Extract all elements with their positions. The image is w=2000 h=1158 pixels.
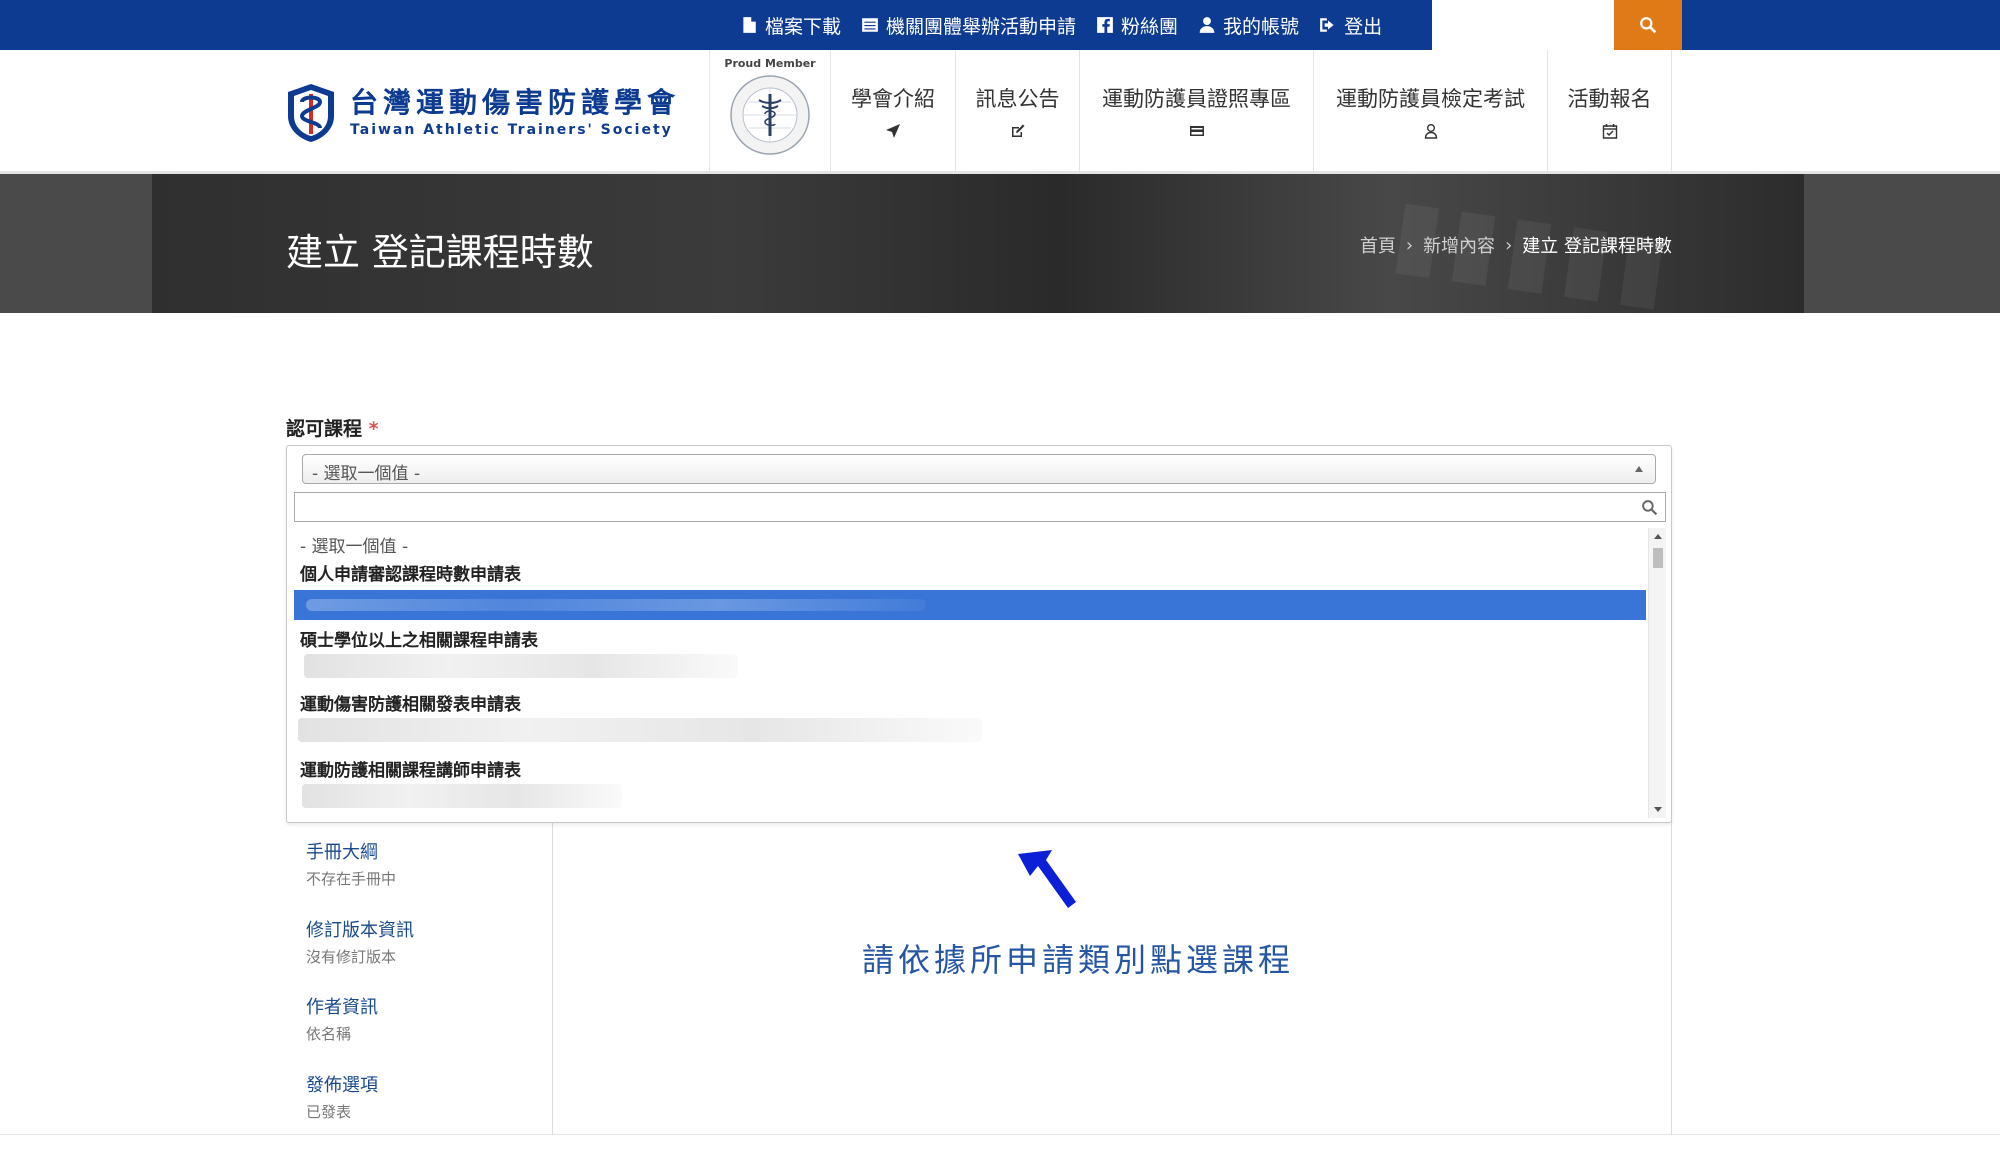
tab-summary: 不存在手冊中 [306, 870, 397, 888]
top-link-label: 粉絲團 [1121, 15, 1179, 38]
calendar-check-icon [1602, 124, 1617, 139]
tab-title: 手冊大綱 [306, 842, 378, 863]
location-arrow-icon [886, 124, 900, 138]
nav-item-event-registration[interactable]: 活動報名 [1548, 50, 1672, 172]
tab-publishing-options[interactable]: 發佈選項 已發表 [306, 1071, 378, 1122]
logo-text: 台灣運動傷害防護學會 Taiwan Athletic Trainers' Soc… [350, 87, 680, 139]
breadcrumb-home[interactable]: 首頁 [1360, 232, 1396, 258]
top-link-label: 我的帳號 [1223, 15, 1300, 38]
tab-author-info[interactable]: 作者資訊 依名稱 [306, 993, 378, 1044]
tab-summary: 已發表 [306, 1103, 352, 1121]
top-link-my-account[interactable]: 我的帳號 [1198, 12, 1299, 39]
option-group-header: 運動傷害防護相關發表申請表 [300, 695, 521, 715]
breadcrumb-separator-icon: › [1505, 234, 1513, 256]
tabs-pane-border [1671, 780, 1672, 1134]
field-label-text: 認可課程 [286, 418, 363, 440]
main-nav: 學會介紹 訊息公告 運動防護員證照專區 運動防護員檢定考試 活動報名 [831, 50, 1672, 172]
tab-revision-info[interactable]: 修訂版本資訊 沒有修訂版本 [306, 916, 414, 967]
nav-item-label: 學會介紹 [851, 87, 935, 111]
redacted-option[interactable] [298, 718, 982, 742]
top-utility-bar: 檔案下載 機關團體舉辦活動申請 粉絲團 我的帳號 登出 [0, 0, 2000, 50]
search-icon [1640, 17, 1657, 34]
user-outline-icon [1424, 124, 1437, 139]
credit-card-icon [1189, 126, 1204, 136]
option-group-header: 運動防護相關課程講師申請表 [300, 761, 521, 781]
nav-item-news[interactable]: 訊息公告 [956, 50, 1080, 172]
user-icon [1199, 17, 1215, 33]
nav-item-label: 運動防護員證照專區 [1102, 87, 1291, 111]
nav-item-exam[interactable]: 運動防護員檢定考試 [1314, 50, 1548, 172]
member-badge-label: Proud Member [724, 57, 816, 70]
instruction-text: 請依據所申請類別點選課程 [862, 941, 1295, 979]
course-select-dropdown: - 選取一個值 - - 選取一個值 - 個人申請審認課程時數申請表 碩士學位以上… [286, 445, 1672, 823]
society-logo-icon [288, 84, 334, 142]
tab-book-outline[interactable]: 手冊大綱 不存在手冊中 [306, 838, 396, 889]
logo-name-en: Taiwan Athletic Trainers' Society [350, 122, 673, 138]
search-icon [1642, 500, 1658, 516]
dropdown-scrollbar[interactable] [1648, 528, 1666, 818]
top-link-label: 機關團體舉辦活動申請 [886, 15, 1077, 38]
option-placeholder[interactable]: - 選取一個值 - [300, 532, 408, 557]
breadcrumb-current: 建立 登記課程時數 [1522, 236, 1672, 257]
file-icon [743, 17, 756, 33]
redacted-option[interactable] [302, 784, 622, 808]
top-link-label: 檔案下載 [765, 15, 842, 38]
facebook-icon [1097, 17, 1113, 33]
chevron-up-icon [1635, 466, 1643, 472]
breadcrumb-separator-icon: › [1405, 234, 1414, 256]
tab-summary: 沒有修訂版本 [306, 948, 397, 966]
nav-item-label: 活動報名 [1567, 87, 1652, 111]
logo-name-cn: 台灣運動傷害防護學會 [350, 86, 681, 119]
top-links: 檔案下載 機關團體舉辦活動申請 粉絲團 我的帳號 登出 [740, 0, 1382, 50]
redacted-option[interactable] [304, 654, 738, 678]
nav-item-label: 運動防護員檢定考試 [1336, 87, 1525, 111]
course-select[interactable]: - 選取一個值 - [302, 454, 1656, 484]
nav-item-about[interactable]: 學會介紹 [831, 50, 956, 172]
option-group-header: 個人申請審認課程時數申請表 [300, 565, 521, 585]
page-banner: ▮▮▮▮▮ 建立 登記課程時數 首頁 › 新增內容 › 建立 登記課程時數 [0, 174, 2000, 313]
site-search-button[interactable] [1614, 0, 1682, 50]
site-header: 台灣運動傷害防護學會 Taiwan Athletic Trainers' Soc… [0, 50, 2000, 174]
breadcrumb-add-content[interactable]: 新增內容 [1423, 232, 1495, 258]
course-select-value: - 選取一個值 - [312, 464, 421, 484]
tab-title: 修訂版本資訊 [306, 920, 414, 941]
tab-title: 發佈選項 [306, 1075, 378, 1096]
scroll-up-icon[interactable] [1654, 534, 1662, 539]
site-logo[interactable]: 台灣運動傷害防護學會 Taiwan Athletic Trainers' Soc… [284, 82, 680, 144]
top-link-logout[interactable]: 登出 [1319, 12, 1382, 39]
approved-course-label: 認可課程 * [286, 414, 379, 441]
dropdown-search-input[interactable] [294, 492, 1666, 522]
option-group-header: 碩士學位以上之相關課程申請表 [300, 631, 538, 651]
nav-item-label: 訊息公告 [975, 87, 1060, 111]
site-search-input[interactable] [1432, 0, 1614, 50]
scrollbar-thumb[interactable] [1653, 548, 1663, 568]
proud-member-badge[interactable]: Proud Member [709, 50, 831, 172]
top-link-activity-application[interactable]: 機關團體舉辦活動申請 [861, 12, 1076, 39]
nav-item-certification[interactable]: 運動防護員證照專區 [1080, 50, 1314, 172]
tab-title: 作者資訊 [306, 997, 378, 1018]
list-icon [862, 18, 878, 32]
content-bottom-border [0, 1134, 2000, 1135]
top-link-file-download[interactable]: 檔案下載 [740, 12, 841, 39]
vertical-tabs: 手冊大綱 不存在手冊中 修訂版本資訊 沒有修訂版本 作者資訊 依名稱 發佈選項 … [286, 780, 553, 1134]
scroll-down-icon[interactable] [1654, 807, 1662, 812]
page-title: 建立 登記課程時數 [286, 231, 594, 274]
world-federation-seal-icon [730, 75, 810, 155]
sign-out-icon [1320, 18, 1334, 32]
breadcrumb: 首頁 › 新增內容 › 建立 登記課程時數 [1360, 232, 1672, 258]
required-marker: * [368, 418, 379, 440]
top-link-label: 登出 [1344, 15, 1383, 38]
tab-summary: 依名稱 [306, 1025, 352, 1043]
dropdown-options: - 選取一個值 - 個人申請審認課程時數申請表 碩士學位以上之相關課程申請表 運… [294, 528, 1646, 818]
annotation-arrow-icon [1018, 850, 1076, 908]
top-link-fan-page[interactable]: 粉絲團 [1096, 12, 1178, 39]
option-highlighted[interactable] [294, 590, 1646, 620]
redacted-option-text [306, 599, 926, 611]
edit-icon [1011, 124, 1024, 137]
